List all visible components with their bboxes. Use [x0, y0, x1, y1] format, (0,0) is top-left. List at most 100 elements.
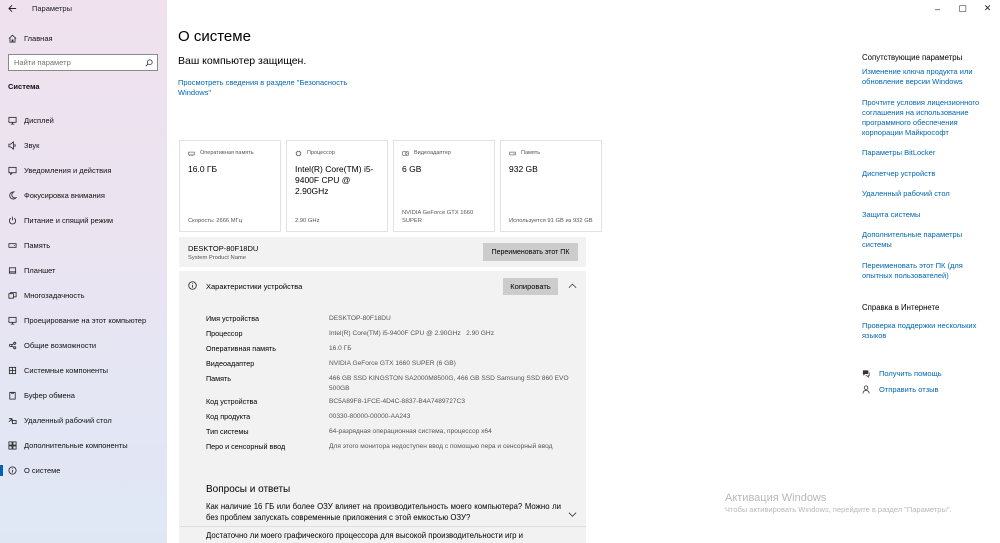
faq-question-gpu[interactable]: Достаточно ли моего графического процесс… [206, 530, 561, 541]
chat-help-icon [862, 369, 870, 378]
info-icon [188, 281, 197, 290]
feedback-link[interactable]: Отправить отзыв [879, 385, 939, 394]
card-footnote: 2.90 GHz [295, 218, 320, 224]
disk-icon [509, 151, 516, 155]
sidebar-item-sound[interactable]: Звук [0, 133, 167, 158]
spec-value: 466 GB SSD KINGSTON SA2000M8500G, 466 GB… [329, 375, 569, 392]
chevron-up-icon[interactable] [568, 282, 577, 289]
feedback-action[interactable]: Отправить отзыв [862, 381, 942, 397]
back-button[interactable] [0, 0, 24, 17]
home-icon [0, 34, 24, 43]
components-icon [0, 366, 24, 375]
speaker-icon [0, 141, 24, 150]
cpu-icon [295, 150, 302, 156]
link-change-product-key[interactable]: Изменение ключа продукта или обновление … [862, 67, 987, 87]
link-device-manager[interactable]: Диспетчер устройств [862, 169, 987, 179]
sidebar-item-notifications[interactable]: Уведомления и действия [0, 158, 167, 183]
spec-row: Оперативная память 16.0 ГБ [206, 344, 576, 359]
copy-button[interactable]: Копировать [503, 278, 558, 295]
spec-label: Имя устройства [206, 314, 260, 323]
link-system-protection[interactable]: Защита системы [862, 210, 987, 220]
spec-row: Код устройства BC5A89F8-1FCE-4D4C-8837-B… [206, 397, 576, 412]
title-bar: Параметры [0, 0, 167, 17]
spec-row: Перо и сенсорный ввод Для этого монитора… [206, 442, 576, 464]
gpu-icon [402, 150, 409, 156]
faq-question-ram[interactable]: Как наличие 16 ГБ или более ОЗУ влияет н… [206, 501, 561, 523]
activation-subtitle: Чтобы активировать Windows, перейдите в … [725, 505, 952, 514]
device-specs-header[interactable]: Характеристики устройства Копировать [179, 271, 586, 301]
get-help-link[interactable]: Получить помощь [879, 369, 942, 378]
card-value: 16.0 ГБ [188, 164, 218, 174]
maximize-button[interactable]: ▢ [950, 0, 975, 17]
spec-value: Для этого монитора недоступен ввод с пом… [329, 443, 553, 450]
link-multilanguage-support[interactable]: Проверка поддержки нескольких языков [862, 321, 987, 341]
nav-home[interactable]: Главная [0, 29, 167, 47]
sidebar-item-tablet[interactable]: Планшет [0, 258, 167, 283]
sidebar-item-label: Планшет [24, 266, 56, 275]
sidebar-section-title: Система [8, 82, 40, 91]
security-details-link[interactable]: Просмотреть сведения в разделе "Безопасн… [178, 78, 358, 98]
tablet-icon [0, 266, 24, 275]
search-icon[interactable] [141, 58, 157, 67]
sidebar-item-label: Системные компоненты [24, 366, 109, 375]
card-value: 932 GB [509, 164, 538, 174]
spec-label: Оперативная память [206, 344, 277, 353]
card-header: Процессор [295, 149, 379, 157]
faq-divider [179, 526, 586, 527]
storage-icon [0, 241, 24, 250]
device-product-name: System Product Name [188, 255, 246, 261]
spec-row: Память 466 GB SSD KINGSTON SA2000M8500G,… [206, 374, 576, 397]
search-box[interactable] [8, 54, 158, 71]
link-advanced-system-settings[interactable]: Дополнительные параметры системы [862, 230, 987, 250]
power-icon [0, 216, 24, 225]
clipboard-icon [0, 391, 24, 400]
sidebar-item-display[interactable]: Дисплей [0, 108, 167, 133]
spec-label: Видеоадаптер [206, 359, 255, 368]
sidebar-item-projecting[interactable]: Проецирование на этот компьютер [0, 308, 167, 333]
project-icon [0, 316, 24, 325]
sidebar: Параметры Главная Система Дисплей Звук У… [0, 0, 167, 543]
link-bitlocker[interactable]: Параметры BitLocker [862, 148, 987, 158]
device-specs-panel: Характеристики устройства Копировать Имя… [179, 271, 586, 543]
chevron-down-icon[interactable] [568, 511, 577, 518]
search-input[interactable] [9, 55, 141, 70]
card-footnote: NVIDIA GeForce GTX 1660 SUPER [402, 210, 474, 224]
sidebar-item-storage[interactable]: Память [0, 233, 167, 258]
link-remote-desktop[interactable]: Удаленный рабочий стол [862, 189, 987, 199]
card-value: 6 GB [402, 164, 422, 174]
link-rename-pc-advanced[interactable]: Переименовать этот ПК (для опытных польз… [862, 261, 987, 281]
sidebar-item-focus[interactable]: Фокусировка внимания [0, 183, 167, 208]
close-button[interactable]: ✕ [975, 0, 1000, 17]
spec-label: Память [206, 374, 232, 383]
device-name-bar: DESKTOP-80F18DU System Product Name Пере… [179, 237, 586, 267]
link-license-terms[interactable]: Прочтите условия лицензионного соглашени… [862, 98, 987, 138]
related-settings-title: Сопутствующие параметры [862, 53, 963, 62]
minimize-button[interactable]: – [925, 0, 950, 17]
sidebar-item-clipboard[interactable]: Буфер обмена [0, 383, 167, 408]
card-value: Intel(R) Core(TM) i5-9400F CPU @ 2.90GHz [295, 164, 374, 196]
sidebar-item-label: Общие возможности [24, 341, 97, 350]
moon-icon [0, 191, 24, 200]
sidebar-item-multitasking[interactable]: Многозадачность [0, 283, 167, 308]
sidebar-item-label: Проецирование на этот компьютер [24, 316, 147, 325]
spec-value: 00330-80000-00000-AA243 [329, 413, 411, 420]
sidebar-item-remote-desktop[interactable]: Удаленный рабочий стол [0, 408, 167, 433]
spec-rows: Имя устройства DESKTOP-80F18DU Процессор… [206, 314, 576, 464]
spec-label: Тип системы [206, 427, 249, 436]
card-header: Оперативная память [188, 149, 272, 157]
gpu-card: Видеоадаптер 6 GB NVIDIA GeForce GTX 166… [393, 140, 495, 232]
get-help-action[interactable]: Получить помощь [862, 365, 942, 381]
sidebar-item-components[interactable]: Системные компоненты [0, 358, 167, 383]
addons-icon [0, 441, 24, 450]
spec-cards: Оперативная память 16.0 ГБ Скорость: 266… [179, 140, 602, 232]
window-controls: – ▢ ✕ [925, 0, 1000, 17]
sidebar-item-shared[interactable]: Общие возможности [0, 333, 167, 358]
card-header: Видеоадаптер [402, 149, 486, 157]
rename-pc-button[interactable]: Переименовать этот ПК [483, 243, 578, 261]
activation-title: Активация Windows [725, 492, 827, 504]
multitask-icon [0, 291, 24, 300]
sidebar-item-addons[interactable]: Дополнительные компоненты [0, 433, 167, 458]
spec-row: Видеоадаптер NVIDIA GeForce GTX 1660 SUP… [206, 359, 576, 374]
sidebar-item-about[interactable]: О системе [0, 458, 167, 483]
sidebar-item-power[interactable]: Питание и спящий режим [0, 208, 167, 233]
